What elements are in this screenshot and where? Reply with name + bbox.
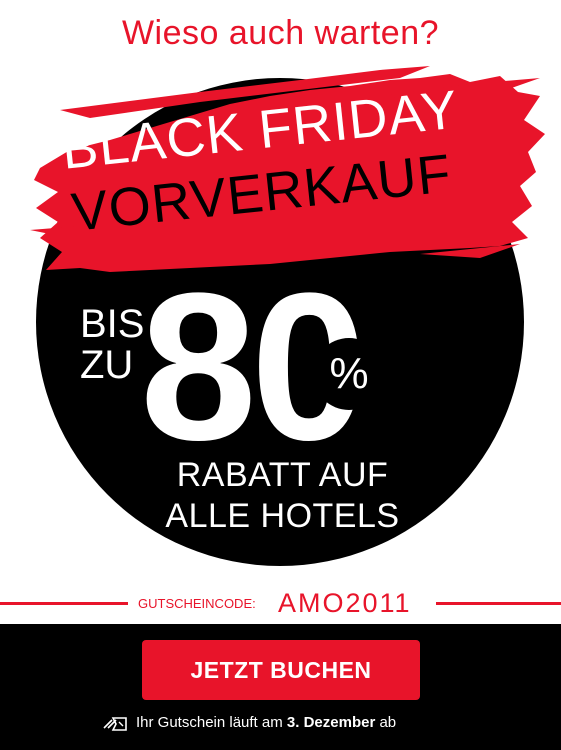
expiry-date: 3. Dezember	[286, 714, 376, 731]
expiry-text: Ihr Gutschein läuft am 3. Dezember ab	[136, 714, 396, 731]
voucher-row: GUTSCHEINCODE: AMO2011	[0, 588, 561, 618]
discount-subtitle-line1: RABATT AUF	[176, 456, 389, 494]
voucher-code: AMO2011	[278, 588, 412, 618]
expiry-notice: Ihr Gutschein läuft am 3. Dezember ab	[102, 712, 462, 736]
ticket-icon	[103, 717, 127, 731]
voucher-label: GUTSCHEINCODE:	[138, 596, 256, 611]
discount-prefix-bis: BIS	[80, 302, 145, 346]
discount-prefix-zu: ZU	[80, 343, 134, 387]
percent-sign: %	[313, 338, 385, 410]
expiry-text-after: ab	[375, 714, 397, 731]
discount-subtitle-line2: ALLE HOTELS	[165, 497, 400, 535]
voucher-divider-right	[436, 602, 561, 605]
voucher-divider-left	[0, 602, 128, 605]
book-now-button[interactable]: JETZT BUCHEN	[142, 640, 420, 700]
footer-bar: JETZT BUCHEN Ihr Gutschein läuft am 3. D…	[0, 624, 561, 750]
expiry-text-before: Ihr Gutschein läuft am	[136, 714, 287, 731]
